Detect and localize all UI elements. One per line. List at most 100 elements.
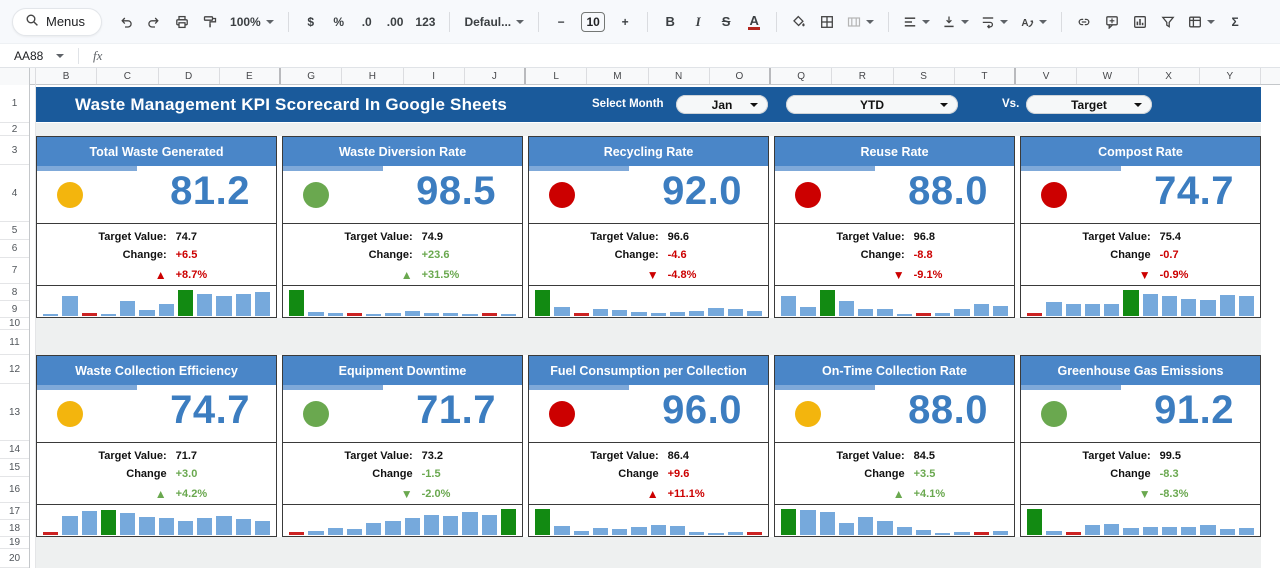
merge-cells-button[interactable]: [843, 9, 878, 35]
column-header-H[interactable]: H: [342, 68, 404, 84]
column-header-R[interactable]: R: [832, 68, 894, 84]
bold-button[interactable]: B: [658, 9, 682, 35]
italic-button[interactable]: I: [686, 9, 710, 35]
redo-button[interactable]: [142, 9, 166, 35]
sparkline-bar: [1084, 525, 1100, 535]
column-header-W[interactable]: W: [1077, 68, 1139, 84]
kpi-card-waste-diversion-rate: Waste Diversion Rate 98.5 Target Value: 74.…: [282, 136, 523, 318]
sparkline-bar: [197, 518, 213, 535]
font-select[interactable]: Defaul...: [460, 9, 528, 35]
sparkline-bar: [781, 509, 797, 535]
text-rotation-button[interactable]: A: [1016, 9, 1051, 35]
select-all-corner[interactable]: [0, 68, 30, 85]
row-header-8[interactable]: 8: [0, 284, 29, 301]
column-header-E[interactable]: E: [220, 68, 281, 84]
undo-button[interactable]: [114, 9, 138, 35]
row-header-5[interactable]: 5: [0, 222, 29, 240]
sparkline-bar: [1142, 294, 1158, 316]
column-header-G[interactable]: G: [281, 68, 343, 84]
row-header-18[interactable]: 18: [0, 520, 29, 537]
row-header-13[interactable]: 13: [0, 384, 29, 441]
sparkline-bar: [1219, 529, 1235, 535]
column-header-I[interactable]: I: [404, 68, 465, 84]
row-header-20[interactable]: 20: [0, 549, 29, 568]
column-header-X[interactable]: X: [1139, 68, 1200, 84]
more-formats-button[interactable]: 123: [411, 9, 439, 35]
row-header-16[interactable]: 16: [0, 477, 29, 503]
row-header-11[interactable]: 11: [0, 330, 29, 355]
increase-decimals-button[interactable]: .00: [383, 9, 408, 35]
column-header-D[interactable]: D: [159, 68, 220, 84]
strikethrough-button[interactable]: S: [714, 9, 738, 35]
row-header-6[interactable]: 6: [0, 240, 29, 258]
menus-button[interactable]: Menus: [12, 7, 103, 36]
fill-color-button[interactable]: [787, 9, 811, 35]
name-box[interactable]: AA88: [0, 49, 78, 63]
compare-dropdown[interactable]: Target: [1026, 95, 1152, 114]
row-header-14[interactable]: 14: [0, 441, 29, 459]
month-dropdown[interactable]: Jan: [676, 95, 768, 114]
column-header-J[interactable]: J: [465, 68, 526, 84]
row-header-3[interactable]: 3: [0, 136, 29, 165]
horizontal-align-button[interactable]: [899, 9, 934, 35]
row-header-17[interactable]: 17: [0, 503, 29, 520]
trend-sparkline: [529, 504, 768, 537]
row-header-15[interactable]: 15: [0, 459, 29, 477]
format-currency-button[interactable]: $: [299, 9, 323, 35]
decrease-font-size-button[interactable]: −: [549, 9, 573, 35]
kpi-value: 92.0: [662, 169, 742, 213]
column-header-V[interactable]: V: [1016, 68, 1078, 84]
sparkline-bar: [366, 314, 382, 316]
column-header-O[interactable]: O: [710, 68, 771, 84]
column-header-N[interactable]: N: [649, 68, 710, 84]
row-header-19[interactable]: 19: [0, 537, 29, 549]
text-rotation-icon: A: [1020, 15, 1034, 29]
table-button[interactable]: [1184, 9, 1219, 35]
text-color-button[interactable]: A: [742, 9, 766, 35]
text-wrapping-button[interactable]: [977, 9, 1012, 35]
column-header-M[interactable]: M: [587, 68, 649, 84]
column-header-T[interactable]: T: [955, 68, 1016, 84]
insert-chart-button[interactable]: [1128, 9, 1152, 35]
dashboard-title: Waste Management KPI Scorecard In Google…: [75, 95, 507, 114]
sparkline-bar: [254, 521, 270, 535]
vertical-align-button[interactable]: [938, 9, 973, 35]
row-header-7[interactable]: 7: [0, 258, 29, 284]
row-header-12[interactable]: 12: [0, 355, 29, 384]
borders-button[interactable]: [815, 9, 839, 35]
column-header-Y[interactable]: Y: [1200, 68, 1261, 84]
increase-font-size-button[interactable]: +: [613, 9, 637, 35]
column-header-C[interactable]: C: [97, 68, 159, 84]
paint-format-button[interactable]: [198, 9, 222, 35]
toolbar-divider: [1061, 11, 1063, 32]
row-header-1[interactable]: 1: [0, 85, 29, 123]
sparkline-bar: [535, 509, 551, 535]
change-percent: +8.7%: [175, 269, 208, 281]
format-percent-button[interactable]: %: [327, 9, 351, 35]
change-percent: -0.9%: [1159, 269, 1189, 281]
column-header-Q[interactable]: Q: [771, 68, 833, 84]
insert-link-button[interactable]: [1072, 9, 1096, 35]
print-button[interactable]: [170, 9, 194, 35]
column-header-L[interactable]: L: [526, 68, 588, 84]
create-filter-button[interactable]: [1156, 9, 1180, 35]
decrease-decimals-button[interactable]: .0: [355, 9, 379, 35]
row-header-4[interactable]: 4: [0, 165, 29, 222]
sparkline-bar: [973, 304, 989, 316]
row-header-2[interactable]: 2: [0, 123, 29, 136]
sparkline-bar: [443, 313, 459, 316]
insert-comment-button[interactable]: [1100, 9, 1124, 35]
row-header-9[interactable]: 9: [0, 301, 29, 318]
period-dropdown[interactable]: YTD: [786, 95, 958, 114]
trend-sparkline: [1021, 504, 1260, 537]
column-header-B[interactable]: B: [36, 68, 98, 84]
fx-icon[interactable]: fx: [93, 48, 102, 64]
select-month-label: Select Month: [592, 98, 664, 110]
zoom-select[interactable]: 100%: [226, 9, 278, 35]
font-size-input[interactable]: 10: [577, 9, 609, 35]
row-headers: 1 2 3 4 5 6 7 8 9 10 11 12 13 14 15 16 17 18 19 20: [0, 85, 30, 568]
column-header-S[interactable]: S: [894, 68, 955, 84]
create-filter-icon: [1161, 15, 1175, 29]
functions-button[interactable]: Σ: [1223, 9, 1247, 35]
row-header-10[interactable]: 10: [0, 318, 29, 330]
